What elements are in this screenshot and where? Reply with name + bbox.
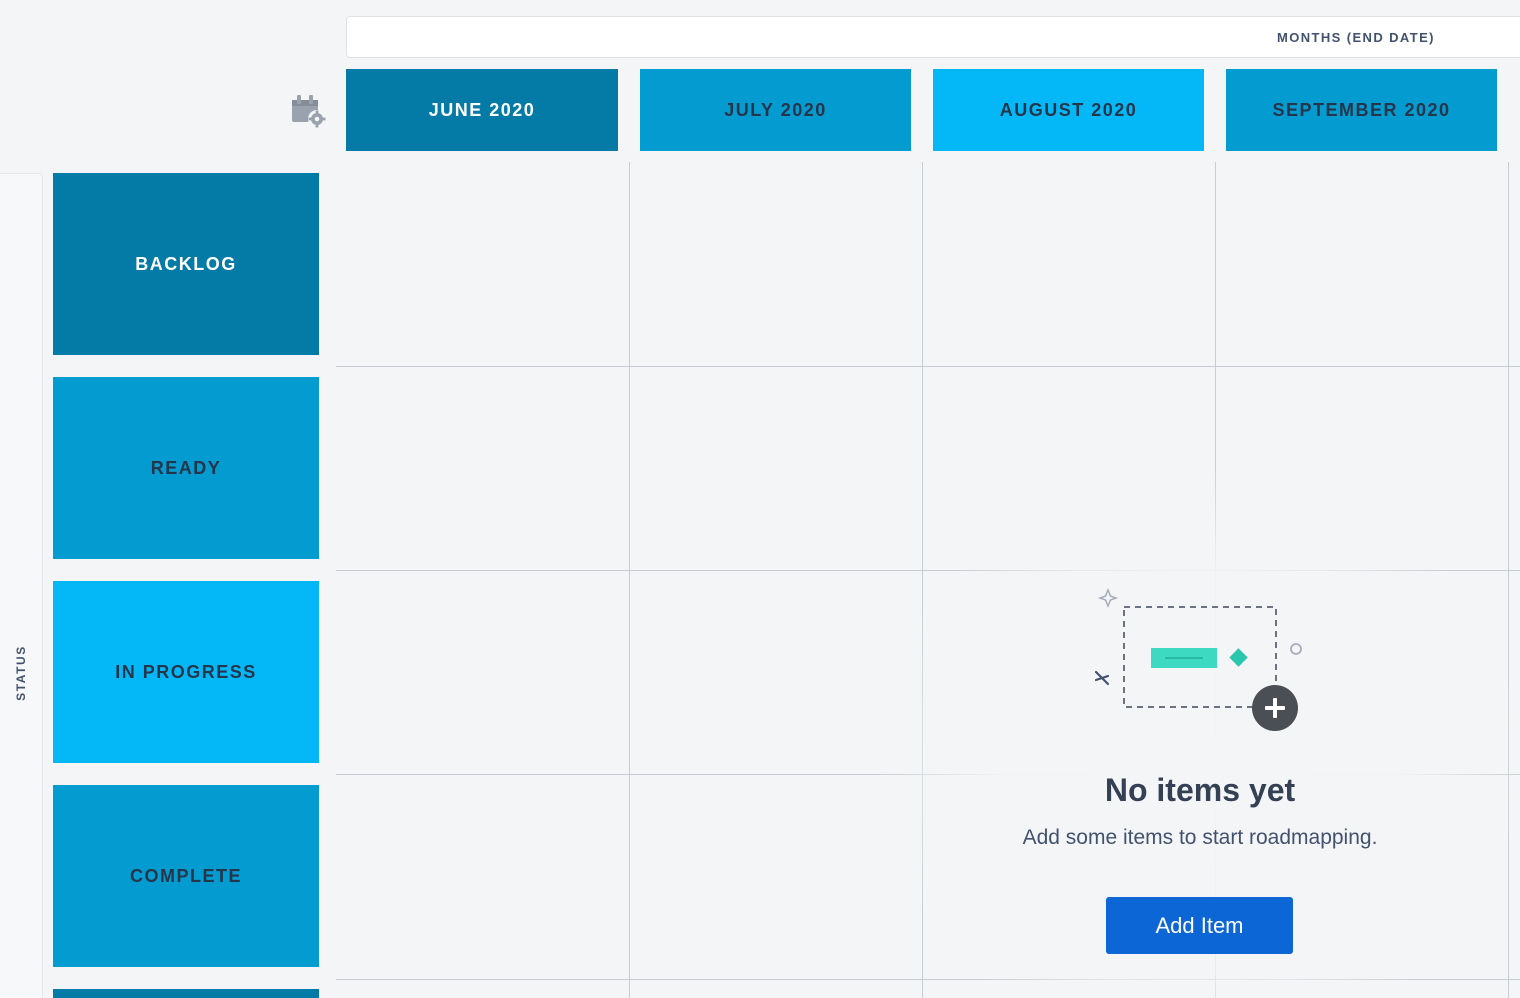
row-axis-bar[interactable] [0, 173, 43, 998]
row-axis-label: STATUS [14, 645, 28, 701]
column-header-june-2020[interactable]: JUNE 2020 [346, 69, 618, 151]
empty-state-description: Add some items to start roadmapping. [1022, 826, 1378, 849]
roadmap-board: MONTHS (END DATE) JUNE 2020 JULY 2020 AU… [0, 0, 1520, 998]
empty-roadmap-illustration-icon [1088, 584, 1314, 740]
column-axis-bar[interactable]: MONTHS (END DATE) [346, 16, 1520, 58]
column-header-july-2020[interactable]: JULY 2020 [640, 69, 911, 151]
row-header-backlog[interactable]: BACKLOG [53, 173, 319, 355]
column-header-august-2020[interactable]: AUGUST 2020 [933, 69, 1204, 151]
empty-state-title: No items yet [1104, 772, 1296, 808]
row-header-in-progress[interactable]: IN PROGRESS [53, 581, 319, 763]
column-header-september-2020[interactable]: SEPTEMBER 2020 [1226, 69, 1497, 151]
grid-line [336, 366, 1520, 367]
row-header-complete[interactable]: COMPLETE [53, 785, 319, 967]
add-item-button[interactable]: Add Item [1106, 897, 1293, 954]
row-header-ready[interactable]: READY [53, 377, 319, 559]
grid-line [629, 162, 630, 998]
calendar-settings-icon[interactable] [288, 92, 328, 130]
column-axis-label: MONTHS (END DATE) [1277, 30, 1435, 45]
row-header-next[interactable] [53, 989, 319, 998]
